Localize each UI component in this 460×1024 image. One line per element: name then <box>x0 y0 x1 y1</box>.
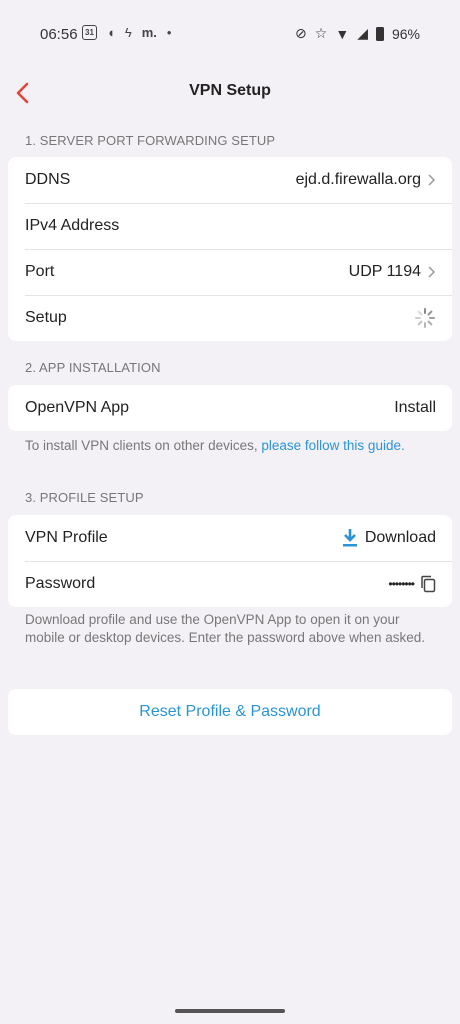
profile-note: Download profile and use the OpenVPN App… <box>25 612 425 645</box>
guide-link[interactable]: please follow this guide. <box>261 438 404 453</box>
vibrate-off-icon: ⊘ <box>295 25 307 41</box>
vpn-profile-row: VPN Profile Download <box>8 515 452 561</box>
notification-icons: 31 ◖ ϟ m. • <box>82 25 171 40</box>
ipv4-row: IPv4 Address <box>8 203 452 249</box>
port-label: Port <box>25 263 55 280</box>
ipv4-label: IPv4 Address <box>25 217 120 234</box>
password-value: •••••••• <box>388 577 415 591</box>
download-icon <box>342 529 357 547</box>
setup-row: Setup <box>8 295 452 341</box>
install-link[interactable]: Install <box>394 399 436 417</box>
loading-spinner-icon <box>415 308 435 328</box>
ddns-label: DDNS <box>25 171 71 188</box>
openvpn-row: OpenVPN App Install <box>8 385 452 431</box>
openvpn-label: OpenVPN App <box>25 399 130 416</box>
reset-profile-button[interactable]: Reset Profile & Password <box>8 689 452 735</box>
download-label: Download <box>364 529 436 546</box>
star-icon: ☆ <box>314 25 328 41</box>
app-header: VPN Setup <box>0 68 460 118</box>
status-bar: 06:56 31 ◖ ϟ m. • ⊘ ☆ ▼ ◢ 96% <box>0 0 460 68</box>
page-title: VPN Setup <box>189 82 271 99</box>
battery-icon <box>375 26 384 41</box>
carrier-label: m. <box>141 25 157 40</box>
ddns-row[interactable]: DDNS ejd.d.firewalla.org <box>8 157 452 203</box>
wifi-icon: ▼ <box>335 25 350 42</box>
chevron-right-icon <box>428 174 436 186</box>
battery-percent: 96% <box>391 25 420 42</box>
install-note-text: To install VPN clients on other devices, <box>25 438 262 453</box>
copy-icon[interactable] <box>420 575 436 593</box>
app-card: OpenVPN App Install <box>8 385 452 431</box>
drop-icon: ◖ <box>107 25 115 40</box>
install-note: To install VPN clients on other devices,… <box>25 437 435 455</box>
profile-card: VPN Profile Download Password •••••••• <box>8 515 452 607</box>
status-time: 06:56 <box>40 26 78 43</box>
sync-icon: ϟ <box>124 25 132 40</box>
signal-icon: ◢ <box>357 25 368 41</box>
password-row: Password •••••••• <box>8 561 452 607</box>
calendar-icon: 31 <box>82 25 97 40</box>
server-card: DDNS ejd.d.firewalla.org IPv4 Address Po… <box>8 157 452 341</box>
port-row[interactable]: Port UDP 1194 <box>8 249 452 295</box>
chevron-right-icon <box>428 266 436 278</box>
download-button[interactable]: Download <box>341 528 436 548</box>
vpn-profile-label: VPN Profile <box>25 529 108 546</box>
section-label-server: 1. SERVER PORT FORWARDING SETUP <box>25 133 276 148</box>
ddns-value: ejd.d.firewalla.org <box>295 171 421 188</box>
section-label-app: 2. APP INSTALLATION <box>25 360 161 375</box>
password-label: Password <box>25 575 96 592</box>
setup-label: Setup <box>25 309 67 326</box>
section-label-profile: 3. PROFILE SETUP <box>25 490 144 505</box>
system-icons: ⊘ ☆ ▼ ◢ 96% <box>295 25 420 42</box>
home-indicator[interactable] <box>175 1009 285 1013</box>
port-value: UDP 1194 <box>348 263 421 280</box>
dot-icon: • <box>166 25 172 40</box>
